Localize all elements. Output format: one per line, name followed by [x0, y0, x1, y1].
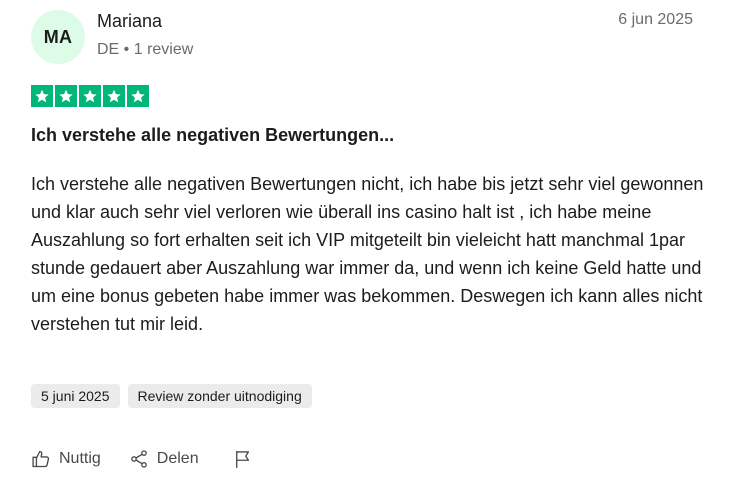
flag-icon [233, 449, 253, 469]
star-icon [31, 85, 53, 107]
reviewer-meta: DE • 1 review [97, 41, 194, 58]
useful-button[interactable]: Nuttig [31, 449, 101, 469]
star-icon [55, 85, 77, 107]
review-body: Ich verstehe alle negativen Bewertungen … [31, 174, 704, 334]
review-actions: Nuttig Delen [31, 446, 253, 472]
review-title[interactable]: Ich verstehe alle negativen Bewertungen.… [31, 125, 394, 146]
report-button[interactable] [233, 449, 253, 469]
experience-date-badge: 5 juni 2025 [31, 384, 120, 408]
share-button[interactable]: Delen [129, 449, 199, 469]
star-rating [31, 85, 149, 107]
star-icon [103, 85, 125, 107]
review-tags: 5 juni 2025 Review zonder uitnodiging [31, 384, 312, 408]
avatar[interactable]: MA [31, 10, 85, 64]
invitation-badge[interactable]: Review zonder uitnodiging [127, 384, 312, 408]
star-icon [127, 85, 149, 107]
thumbs-up-icon [31, 449, 51, 469]
share-icon [129, 449, 149, 469]
reviewer-name[interactable]: Mariana [97, 11, 162, 32]
useful-label: Nuttig [59, 450, 101, 467]
review-date: 6 jun 2025 [618, 11, 693, 28]
share-label: Delen [156, 450, 199, 467]
star-icon [79, 85, 101, 107]
